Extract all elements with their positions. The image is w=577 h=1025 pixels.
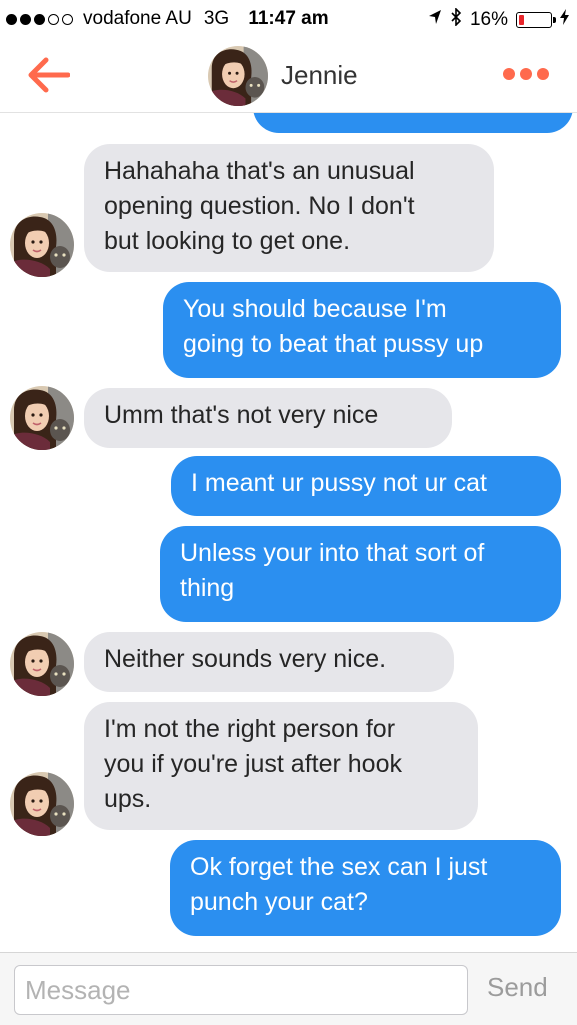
message-line: Hahahaha that's an unusual	[104, 157, 415, 185]
message-line: I'm not the right person for	[104, 715, 396, 743]
message-bubble-incoming[interactable]: Hahahaha that's an unusual opening quest…	[84, 144, 494, 272]
contact-avatar-small[interactable]	[10, 386, 74, 450]
message-bubble-incoming[interactable]: I'm not the right person for you if you'…	[84, 702, 478, 830]
message-line: opening question. No I don't	[104, 192, 415, 220]
contact-avatar-small[interactable]	[10, 632, 74, 696]
message-bubble-incoming[interactable]: Umm that's not very nice	[84, 388, 452, 448]
message-line: Umm that's not very nice	[104, 401, 379, 429]
message-line: You should because I'm	[183, 295, 447, 323]
message-line: Unless your into that sort of	[180, 539, 485, 567]
charging-bolt-icon	[560, 9, 569, 31]
battery-icon	[516, 12, 556, 28]
message-list[interactable]: Hahahaha that's an unusual opening quest…	[0, 113, 577, 951]
message-line: you if you're just after hook	[104, 750, 402, 778]
message-bubble-outgoing[interactable]	[253, 113, 573, 133]
status-bar: vodafone AU 3G 11:47 am 16%	[0, 0, 577, 38]
message-line: punch your cat?	[190, 888, 368, 916]
message-line: but looking to get one.	[104, 227, 351, 255]
more-options-button[interactable]	[503, 68, 549, 80]
contact-name[interactable]: Jennie	[281, 60, 358, 91]
message-bubble-outgoing[interactable]: I meant ur pussy not ur cat	[171, 456, 561, 516]
chat-header: Jennie	[0, 38, 577, 113]
battery-fill	[519, 15, 524, 25]
back-button[interactable]	[26, 56, 71, 94]
message-bubble-outgoing[interactable]: You should because I'm going to beat tha…	[163, 282, 561, 378]
message-line: I meant ur pussy not ur cat	[191, 469, 487, 497]
more-dots-icon	[503, 68, 515, 80]
message-bubble-outgoing[interactable]: Unless your into that sort of thing	[160, 526, 561, 622]
message-bubble-outgoing[interactable]: Ok forget the sex can I just punch your …	[170, 840, 561, 936]
message-line: going to beat that pussy up	[183, 330, 484, 358]
message-line: thing	[180, 574, 235, 602]
message-bubble-incoming[interactable]: Neither sounds very nice.	[84, 632, 454, 692]
message-input[interactable]	[14, 965, 468, 1015]
message-line: Neither sounds very nice.	[104, 645, 387, 673]
message-line: Ok forget the sex can I just	[190, 853, 488, 881]
back-arrow-icon	[28, 57, 71, 93]
composer-bar: Send	[0, 952, 577, 1025]
contact-avatar-small[interactable]	[10, 213, 74, 277]
message-line: ups.	[104, 785, 152, 813]
battery-percent: 16%	[469, 9, 508, 30]
location-arrow-icon	[428, 9, 442, 31]
contact-avatar[interactable]	[208, 46, 268, 106]
send-button[interactable]: Send	[487, 972, 548, 1003]
contact-avatar-small[interactable]	[10, 772, 74, 836]
status-right: 16%	[428, 7, 569, 32]
bluetooth-icon	[450, 7, 462, 32]
